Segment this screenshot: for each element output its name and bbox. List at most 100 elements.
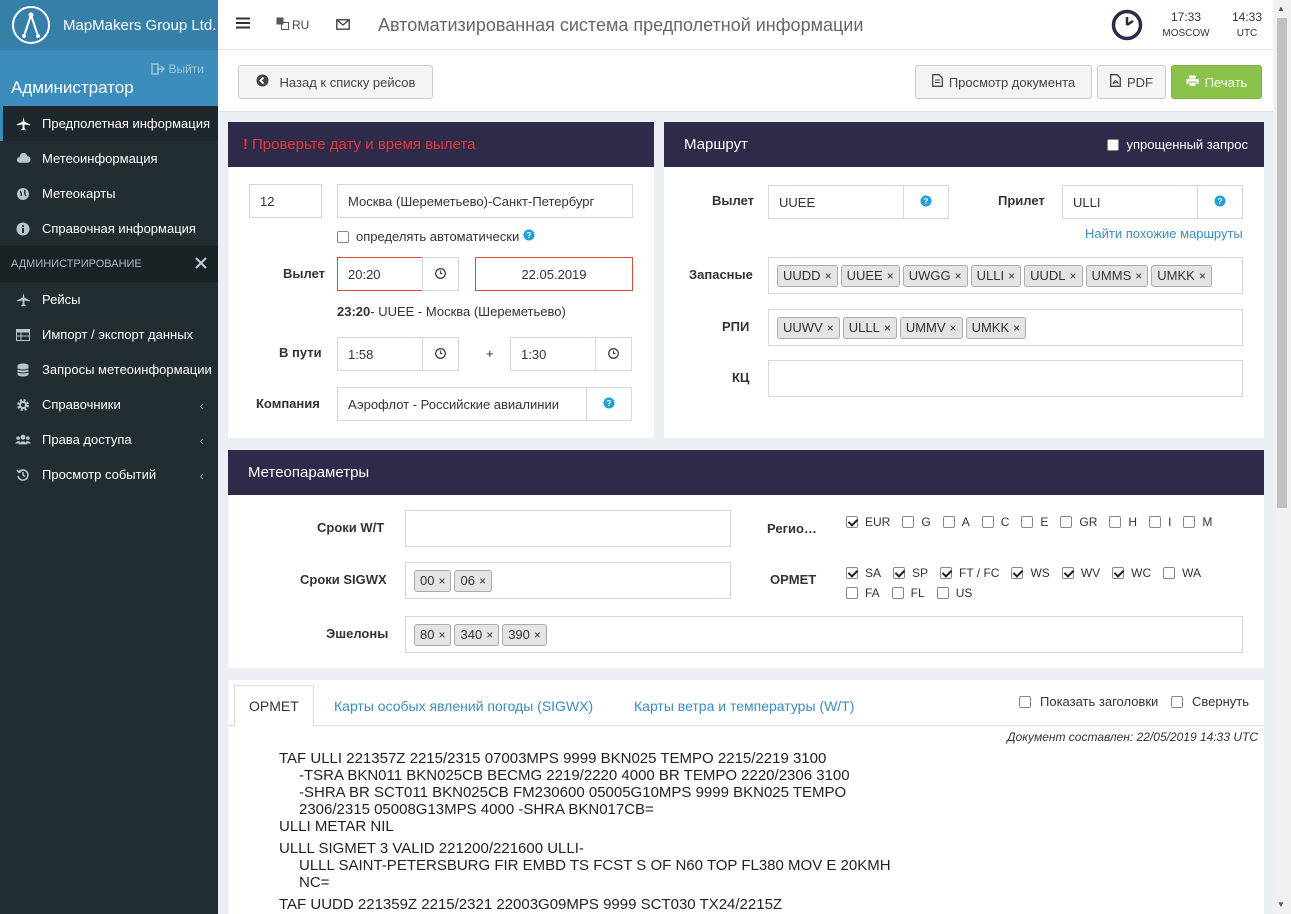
collapse-checkbox[interactable]: Свернуть bbox=[1171, 694, 1249, 709]
level-tag[interactable]: 340 × bbox=[454, 623, 500, 646]
checkbox-fa[interactable]: FA bbox=[846, 586, 880, 600]
route-departure-input[interactable]: UUEE bbox=[768, 185, 904, 219]
menu-toggle-icon[interactable] bbox=[236, 17, 250, 32]
fir-input[interactable]: UUWV × ULLL × UMMV × UMKK × bbox=[768, 309, 1243, 346]
checkbox-wa[interactable]: WA bbox=[1163, 566, 1201, 580]
enroute-time-input[interactable]: 1:58 bbox=[337, 337, 423, 371]
view-document-button[interactable]: Просмотр документа bbox=[915, 65, 1092, 99]
tab-opmet[interactable]: OPMET bbox=[234, 685, 314, 727]
sidebar-item-reference[interactable]: Справочная информация bbox=[0, 211, 218, 246]
show-headers-box[interactable] bbox=[1019, 695, 1031, 708]
checkbox-box[interactable] bbox=[1112, 567, 1125, 579]
checkbox-box[interactable] bbox=[1109, 516, 1122, 528]
extra-time-picker[interactable] bbox=[595, 337, 632, 371]
checkbox-box[interactable] bbox=[1149, 516, 1162, 528]
brand-logo[interactable]: MapMakers Group Ltd. bbox=[0, 0, 218, 50]
departure-date-input[interactable]: 22.05.2019 bbox=[475, 257, 633, 291]
departure-time-picker[interactable] bbox=[422, 257, 459, 291]
checkbox-wc[interactable]: WC bbox=[1112, 566, 1151, 580]
scrollbar-thumb[interactable] bbox=[1277, 18, 1287, 508]
remove-tag-icon[interactable]: × bbox=[438, 574, 445, 588]
levels-input[interactable]: 80 × 340 × 390 × bbox=[405, 616, 1243, 653]
route-arrival-input[interactable]: ULLI bbox=[1062, 185, 1198, 219]
checkbox-box[interactable] bbox=[942, 516, 955, 528]
envelope-icon[interactable] bbox=[336, 18, 350, 33]
checkbox-box[interactable] bbox=[1183, 516, 1196, 528]
checkbox-box[interactable] bbox=[893, 567, 906, 579]
alternates-input[interactable]: UUDD × UUEE × UWGG × ULLI × UUDL × UMMS × UMKK… bbox=[768, 257, 1243, 294]
checkbox-sp[interactable]: SP bbox=[893, 566, 928, 580]
show-headers-checkbox[interactable]: Показать заголовки bbox=[1019, 694, 1158, 709]
level-tag[interactable]: 80 × bbox=[414, 623, 452, 646]
checkbox-sa[interactable]: SA bbox=[846, 566, 881, 580]
checkbox-h[interactable]: H bbox=[1109, 515, 1137, 529]
fir-tag[interactable]: UUWV × bbox=[777, 316, 840, 339]
logout-button[interactable]: Выйти bbox=[151, 62, 204, 76]
alternate-tag[interactable]: UUDD × bbox=[777, 264, 838, 287]
remove-tag-icon[interactable]: × bbox=[438, 628, 445, 642]
checkbox-gr[interactable]: GR bbox=[1060, 515, 1097, 529]
company-help-button[interactable]: ? bbox=[586, 387, 632, 421]
sigwx-tag[interactable]: 06 × bbox=[454, 569, 492, 592]
flight-number-input[interactable]: 12 bbox=[249, 184, 322, 218]
sidebar-item-access[interactable]: Права доступа ‹ bbox=[0, 422, 218, 457]
checkbox-i[interactable]: I bbox=[1149, 515, 1171, 529]
fir-tag[interactable]: UMMV × bbox=[899, 316, 963, 339]
remove-tag-icon[interactable]: × bbox=[887, 269, 894, 283]
departure-help-button[interactable]: ? bbox=[903, 185, 949, 219]
pdf-button[interactable]: PDF bbox=[1097, 65, 1166, 99]
alternate-tag[interactable]: UUEE × bbox=[840, 264, 900, 287]
remove-tag-icon[interactable]: × bbox=[1013, 321, 1020, 335]
sidebar-item-meteoinfo[interactable]: Метеоинформация bbox=[0, 141, 218, 176]
sidebar-item-meteomaps[interactable]: Метеокарты bbox=[0, 176, 218, 211]
departure-time-input[interactable]: 20:20 bbox=[337, 257, 423, 291]
sigwx-input[interactable]: 00 × 06 × bbox=[405, 562, 731, 599]
remove-tag-icon[interactable]: × bbox=[1008, 269, 1015, 283]
sidebar-item-preflight[interactable]: Предполетная информация bbox=[0, 106, 218, 141]
collapse-box[interactable] bbox=[1171, 695, 1183, 708]
tab-wt[interactable]: Карты ветра и температуры (W/T) bbox=[634, 685, 854, 726]
fir-tag[interactable]: ULLL × bbox=[842, 316, 897, 339]
arrival-help-button[interactable]: ? bbox=[1197, 185, 1243, 219]
question-circle-icon[interactable]: ? bbox=[523, 229, 535, 244]
remove-tag-icon[interactable]: × bbox=[825, 269, 832, 283]
checkbox-ws[interactable]: WS bbox=[1011, 566, 1050, 580]
remove-tag-icon[interactable]: × bbox=[884, 321, 891, 335]
remove-tag-icon[interactable]: × bbox=[486, 628, 493, 642]
company-input[interactable]: Аэрофлот - Российские авиалинии bbox=[337, 387, 587, 421]
sidebar-item-import-export[interactable]: Импорт / экспорт данных bbox=[0, 317, 218, 352]
sigwx-tag[interactable]: 00 × bbox=[414, 569, 452, 592]
checkbox-ftfc[interactable]: FT / FC bbox=[940, 566, 999, 580]
checkbox-box[interactable] bbox=[902, 516, 915, 528]
fir-tag[interactable]: UMKK × bbox=[965, 316, 1027, 339]
remove-tag-icon[interactable]: × bbox=[479, 574, 486, 588]
checkbox-box[interactable] bbox=[1163, 567, 1176, 579]
remove-tag-icon[interactable]: × bbox=[950, 321, 957, 335]
remove-tag-icon[interactable]: × bbox=[534, 628, 541, 642]
checkbox-a[interactable]: A bbox=[942, 515, 970, 529]
alternate-tag[interactable]: UUDL × bbox=[1024, 264, 1083, 287]
alternate-tag[interactable]: ULLI × bbox=[970, 264, 1022, 287]
remove-tag-icon[interactable]: × bbox=[1070, 269, 1077, 283]
back-to-flights-button[interactable]: Назад к списку рейсов bbox=[238, 65, 433, 99]
simple-request-box[interactable] bbox=[1107, 138, 1120, 151]
level-tag[interactable]: 390 × bbox=[502, 623, 547, 646]
auto-detect-box[interactable] bbox=[337, 230, 349, 243]
checkbox-box[interactable] bbox=[1021, 516, 1034, 528]
scroll-up-icon[interactable]: ▲ bbox=[1277, 4, 1285, 13]
alternate-tag[interactable]: UWGG × bbox=[902, 264, 968, 287]
checkbox-box[interactable] bbox=[846, 567, 858, 579]
sidebar-item-events[interactable]: Просмотр событий ‹ bbox=[0, 457, 218, 492]
remove-tag-icon[interactable]: × bbox=[1199, 269, 1206, 283]
remove-tag-icon[interactable]: × bbox=[827, 321, 834, 335]
checkbox-wv[interactable]: WV bbox=[1061, 566, 1100, 580]
sidebar-item-flights[interactable]: Рейсы bbox=[0, 282, 218, 317]
alternate-tag[interactable]: UMMS × bbox=[1085, 264, 1149, 287]
checkbox-eur[interactable]: EUR bbox=[846, 515, 890, 529]
checkbox-g[interactable]: G bbox=[902, 515, 931, 529]
checkbox-box[interactable] bbox=[940, 567, 953, 579]
route-name-input[interactable]: Москва (Шереметьево)-Санкт-Петербург bbox=[337, 184, 633, 218]
checkbox-box[interactable] bbox=[1011, 567, 1024, 579]
simple-request-checkbox[interactable]: упрощенный запрос bbox=[1107, 137, 1248, 152]
page-scrollbar[interactable]: ▲ ▼ bbox=[1273, 0, 1291, 914]
